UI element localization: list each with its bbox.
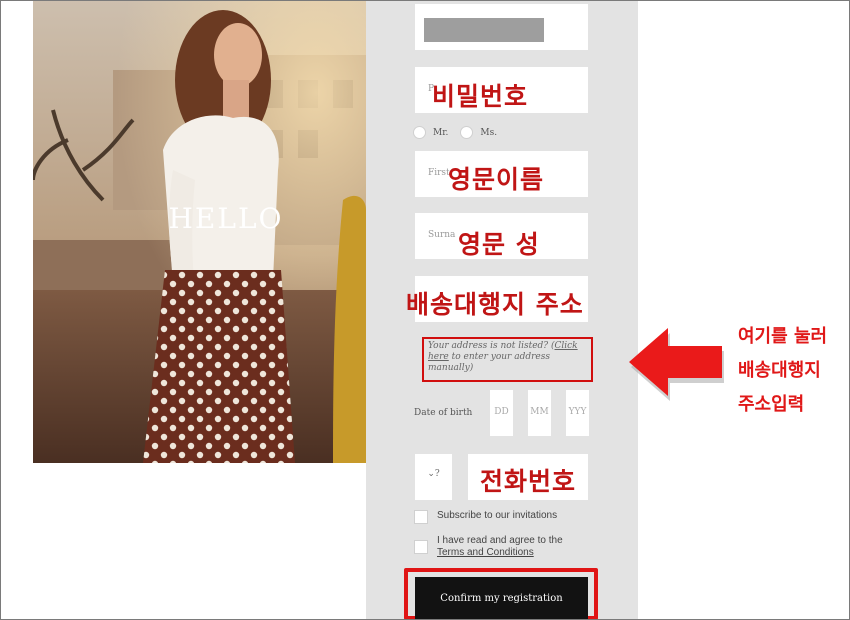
first-name-annotation: 영문이름 (448, 165, 545, 194)
first-name-placeholder: First (428, 168, 450, 178)
phone-country-code-select[interactable]: ⌄? (415, 454, 452, 500)
radio-ms-label: Ms. (480, 127, 498, 138)
subscribe-label: Subscribe to our invitations (437, 510, 558, 521)
terms-link[interactable]: Terms and Conditions (437, 547, 534, 558)
address-annotation: 배송대행지 주소 (406, 290, 584, 319)
dob-month-input[interactable]: MM (528, 390, 551, 436)
hero-greeting: HELLO (168, 202, 284, 235)
radio-mr-label: Mr. (433, 127, 449, 138)
annotation-note-line-3: 주소입력 (738, 394, 805, 415)
email-field[interactable] (415, 4, 588, 50)
phone-annotation: 전화번호 (480, 467, 577, 496)
terms-prefix: I have read and agree to the (437, 535, 563, 546)
subscribe-checkbox[interactable] (414, 510, 428, 524)
radio-ms[interactable] (460, 126, 474, 139)
password-annotation: 비밀번호 (432, 82, 529, 111)
dob-day-input[interactable]: DD (490, 390, 513, 436)
manual-address-prefix: Your address is not listed? ( (428, 341, 555, 351)
terms-row: I have read and agree to the Terms and C… (414, 535, 563, 559)
confirm-registration-button[interactable]: Confirm my registration (415, 577, 588, 620)
title-radio-group: Mr. Ms. (413, 126, 509, 139)
dob-year-input[interactable]: YYY (566, 390, 589, 436)
annotation-note-line-1: 여기를 눌러 (738, 326, 828, 347)
radio-mr[interactable] (413, 126, 426, 139)
hero-photo: HELLO (33, 0, 366, 463)
annotation-note-line-2: 배송대행지 (738, 360, 821, 381)
terms-text: I have read and agree to the Terms and C… (437, 535, 563, 559)
surname-placeholder: Surna (428, 230, 456, 240)
left-arrow-icon (629, 328, 724, 401)
terms-checkbox[interactable] (414, 540, 428, 554)
subscribe-row: Subscribe to our invitations (414, 510, 557, 524)
phone-code-value: ? (434, 469, 440, 479)
dob-label: Date of birth (414, 408, 473, 418)
surname-annotation: 영문 성 (458, 230, 540, 259)
manual-address-text: Your address is not listed? (Click here … (428, 341, 588, 374)
chevron-down-icon: ⌄ (427, 469, 435, 479)
annotation-note: 여기를 눌러 배송대행지 주소입력 (738, 320, 848, 422)
redacted-email-value (424, 18, 544, 42)
